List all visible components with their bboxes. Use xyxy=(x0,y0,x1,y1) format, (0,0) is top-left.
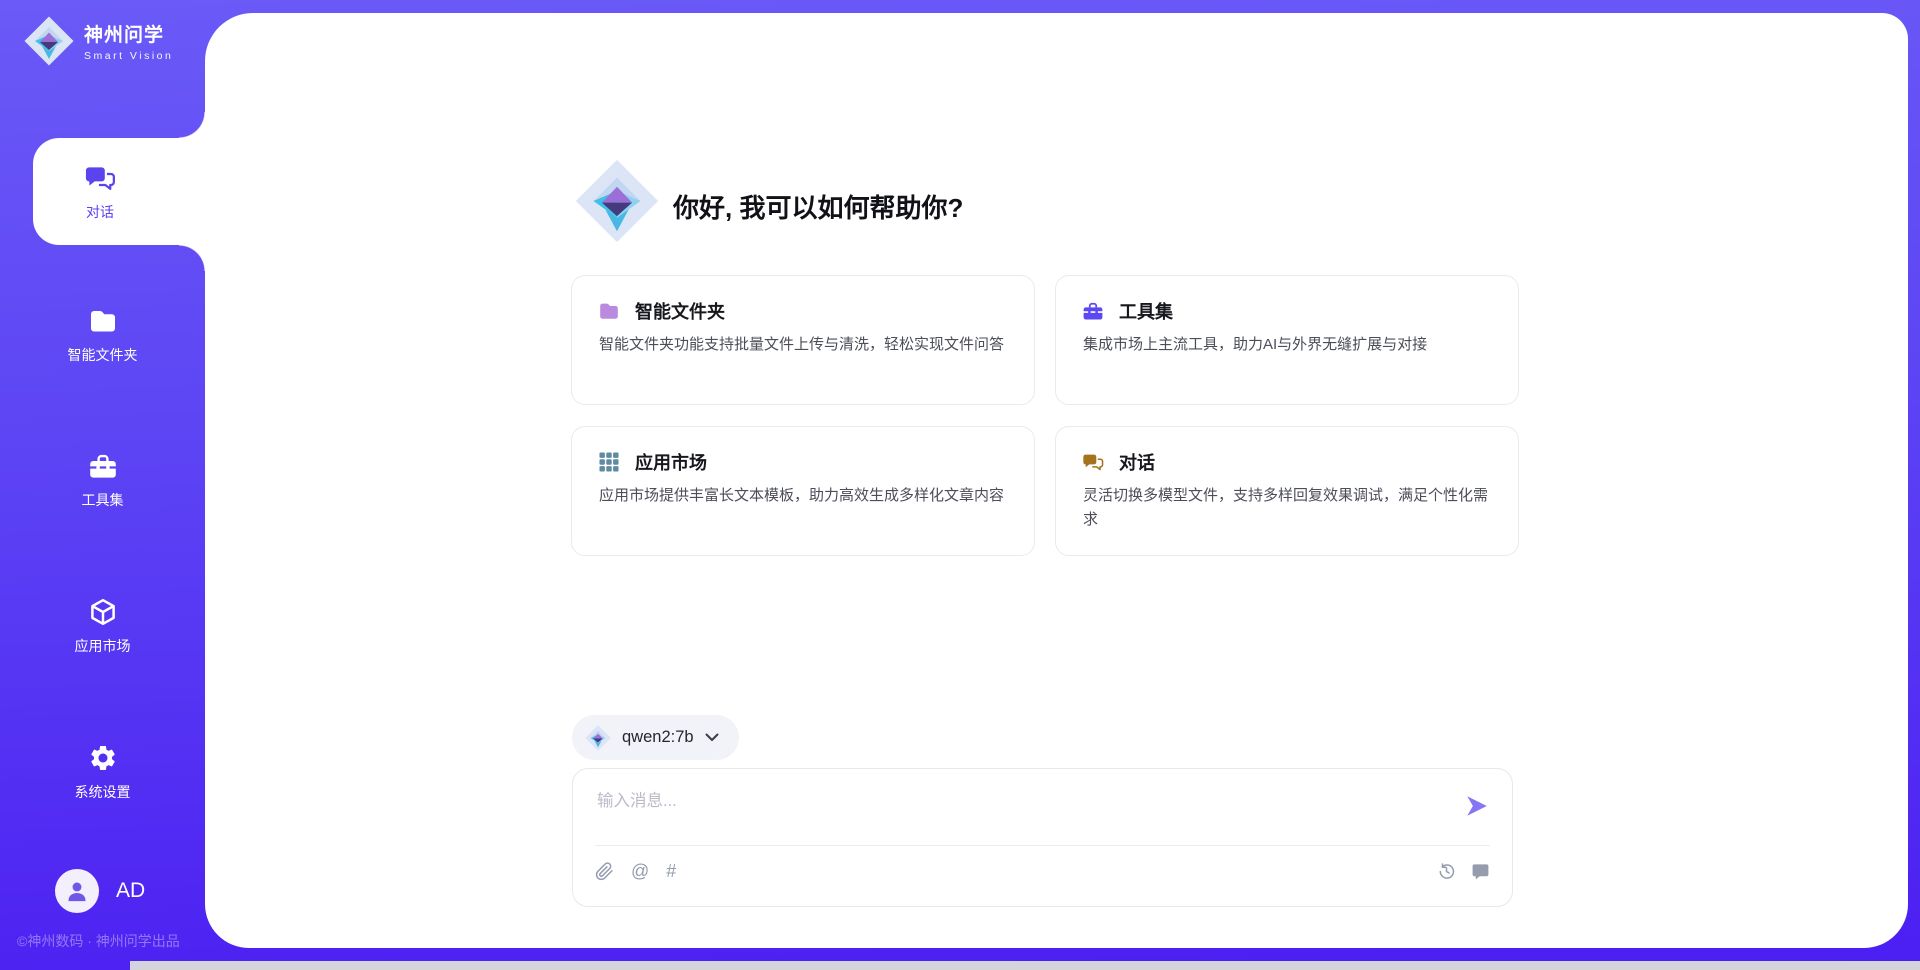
history-button[interactable] xyxy=(1437,862,1456,881)
chat-icon xyxy=(1082,451,1104,473)
conversation-button[interactable] xyxy=(1471,862,1490,881)
chat-square-icon xyxy=(1471,862,1490,881)
card-toolbox[interactable]: 工具集 集成市场上主流工具，助力AI与外界无缝扩展与对接 xyxy=(1055,275,1519,405)
user-initials: AD xyxy=(116,879,145,903)
sidebar-item-label: 系统设置 xyxy=(75,782,131,802)
sidebar-item-smart-folder[interactable]: 智能文件夹 xyxy=(0,292,205,378)
model-selector[interactable]: qwen2:7b xyxy=(572,715,739,760)
tab-curve-bottom xyxy=(179,245,205,271)
card-description: 灵活切换多模型文件，支持多样回复效果调试，满足个性化需求 xyxy=(1083,484,1492,532)
brand-name: 神州问学 xyxy=(84,20,173,47)
greeting-title: 你好, 我可以如何帮助你? xyxy=(673,188,963,225)
sidebar-item-settings[interactable]: 系统设置 xyxy=(0,729,205,815)
hashtag-button[interactable]: # xyxy=(666,861,676,882)
window-bottom-strip xyxy=(130,961,1920,970)
folder-icon xyxy=(598,300,620,322)
card-description: 智能文件夹功能支持批量文件上传与清洗，轻松实现文件问答 xyxy=(599,333,1008,357)
message-input[interactable] xyxy=(597,787,1437,835)
composer-toolbar: @ # xyxy=(595,861,1490,882)
avatar xyxy=(55,869,99,913)
chat-icon xyxy=(84,162,116,194)
card-chat[interactable]: 对话 灵活切换多模型文件，支持多样回复效果调试，满足个性化需求 xyxy=(1055,426,1519,556)
tab-curve-top xyxy=(179,112,205,138)
sidebar-item-label: 对话 xyxy=(86,202,114,222)
sidebar-item-toolbox[interactable]: 工具集 xyxy=(0,437,205,523)
model-logo-icon xyxy=(585,725,611,751)
copyright-text: ©神州数码 · 神州问学出品 xyxy=(17,931,180,951)
brand: 神州问学 Smart Vision xyxy=(24,16,173,66)
cube-icon xyxy=(88,597,118,627)
sidebar-item-label: 智能文件夹 xyxy=(68,345,138,365)
sidebar-item-label: 应用市场 xyxy=(75,636,131,656)
message-composer: @ # xyxy=(572,768,1513,907)
chevron-down-icon xyxy=(705,733,719,742)
card-app-market[interactable]: 应用市场 应用市场提供丰富长文本模板，助力高效生成多样化文章内容 xyxy=(571,426,1035,556)
card-description: 集成市场上主流工具，助力AI与外界无缝扩展与对接 xyxy=(1083,333,1492,357)
folder-icon xyxy=(88,306,118,336)
send-icon xyxy=(1464,793,1490,819)
sidebar-item-label: 工具集 xyxy=(82,490,124,510)
person-icon xyxy=(64,878,90,904)
send-button[interactable] xyxy=(1464,793,1490,819)
card-title: 对话 xyxy=(1119,449,1155,475)
sidebar-item-chat[interactable]: 对话 xyxy=(33,138,205,245)
toolbox-icon xyxy=(1082,300,1104,322)
history-icon xyxy=(1437,862,1456,881)
hero-logo-icon xyxy=(575,159,659,243)
card-description: 应用市场提供丰富长文本模板，助力高效生成多样化文章内容 xyxy=(599,484,1008,508)
user-profile[interactable]: AD xyxy=(55,869,145,913)
attach-file-button[interactable] xyxy=(595,862,614,881)
main-panel: 你好, 我可以如何帮助你? 智能文件夹 智能文件夹功能支持批量文件上传与清洗，轻… xyxy=(205,13,1908,948)
brand-subtitle: Smart Vision xyxy=(84,50,173,62)
sidebar: 神州问学 Smart Vision 对话 智能文件夹 工具集 应用市场 系统设置… xyxy=(0,0,205,970)
model-name: qwen2:7b xyxy=(622,728,694,747)
composer-divider xyxy=(595,845,1490,846)
card-title: 应用市场 xyxy=(635,449,707,475)
toolbox-icon xyxy=(88,451,118,481)
mention-button[interactable]: @ xyxy=(631,861,649,882)
gear-icon xyxy=(88,743,118,773)
card-smart-folder[interactable]: 智能文件夹 智能文件夹功能支持批量文件上传与清洗，轻松实现文件问答 xyxy=(571,275,1035,405)
card-title: 工具集 xyxy=(1119,298,1173,324)
paperclip-icon xyxy=(595,862,614,881)
grid-icon xyxy=(598,451,620,473)
card-title: 智能文件夹 xyxy=(635,298,725,324)
sidebar-item-app-market[interactable]: 应用市场 xyxy=(0,583,205,669)
brand-logo-icon xyxy=(24,16,74,66)
